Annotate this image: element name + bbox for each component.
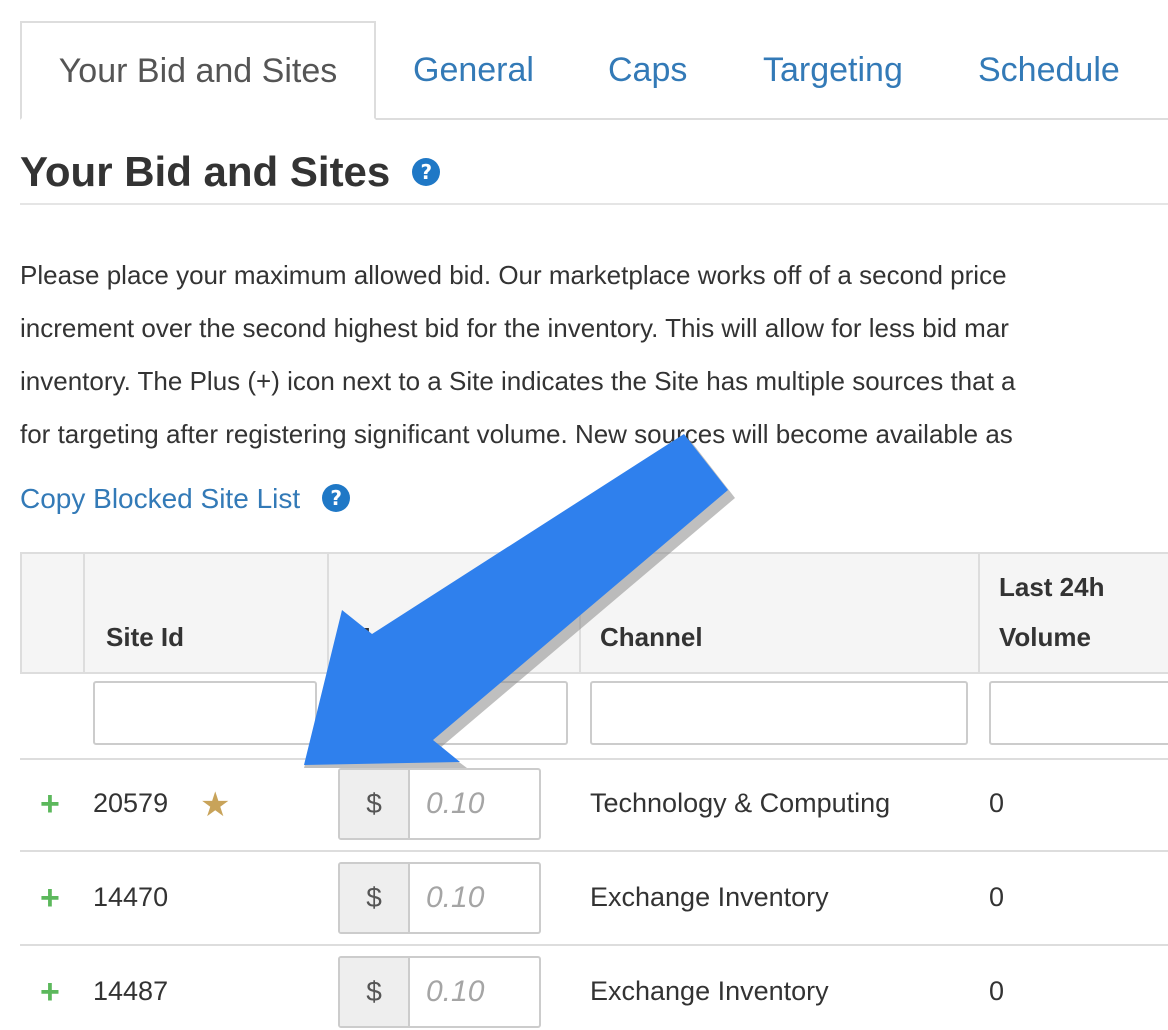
- volume-filter-input[interactable]: [989, 681, 1168, 745]
- column-divider: [579, 554, 581, 672]
- site-id-cell: 20579: [93, 788, 169, 818]
- tab-targeting[interactable]: Targeting: [763, 22, 903, 116]
- plus-icon[interactable]: +: [40, 784, 60, 824]
- site-id-cell: 14487: [93, 976, 169, 1006]
- copy-blocked-site-list: Copy Blocked Site List?: [20, 483, 351, 515]
- channel-cell: Technology & Computing: [590, 788, 891, 818]
- section-title: Your Bid and Sites: [20, 148, 391, 195]
- copy-blocked-site-list-link[interactable]: Copy Blocked Site List: [20, 483, 300, 514]
- question-circle-icon[interactable]: ?: [322, 483, 351, 512]
- heading-divider: [20, 203, 1168, 205]
- site-id-filter-input[interactable]: [93, 681, 317, 745]
- plus-icon[interactable]: +: [40, 972, 60, 1012]
- volume-cell: 0: [989, 788, 1005, 818]
- table-header: Site Id Max Channel Last 24h Volume: [20, 552, 1168, 674]
- table-row: + 14470 $ Exchange Inventory 0: [20, 852, 1168, 946]
- volume-cell: 0: [989, 976, 1005, 1006]
- star-icon[interactable]: ★: [200, 785, 230, 825]
- description-line-1: Please place your maximum allowed bid. O…: [20, 260, 1007, 290]
- max-bid-input[interactable]: [410, 958, 539, 1026]
- header-volume-line2[interactable]: Volume: [999, 622, 1091, 653]
- tab-caps[interactable]: Caps: [608, 22, 687, 116]
- column-divider: [83, 554, 85, 672]
- tab-bar: Your Bid and Sites General Caps Targetin…: [20, 21, 1168, 120]
- currency-addon: $: [340, 864, 410, 932]
- filter-row: [20, 672, 1168, 760]
- channel-cell: Exchange Inventory: [590, 882, 829, 912]
- tab-general[interactable]: General: [413, 22, 534, 116]
- table-row: + 14487 $ Exchange Inventory 0: [20, 946, 1168, 1030]
- header-max-bid[interactable]: Max: [349, 622, 400, 653]
- header-volume-line1[interactable]: Last 24h: [999, 572, 1105, 603]
- column-divider: [327, 554, 329, 672]
- channel-cell: Exchange Inventory: [590, 976, 829, 1006]
- description-line-4: for targeting after registering signific…: [20, 419, 1013, 449]
- volume-cell: 0: [989, 882, 1005, 912]
- tab-schedule[interactable]: Schedule: [978, 22, 1120, 116]
- header-channel[interactable]: Channel: [600, 622, 703, 653]
- tab-your-bid-and-sites[interactable]: Your Bid and Sites: [20, 21, 376, 120]
- max-bid-input[interactable]: [410, 770, 539, 838]
- site-id-cell: 14470: [93, 882, 169, 912]
- description-line-2: increment over the second highest bid fo…: [20, 313, 1009, 343]
- max-bid-filter-input[interactable]: [338, 681, 568, 745]
- table-row: + 20579 ★ $ Technology & Computing 0: [20, 758, 1168, 852]
- max-bid-input-group: $: [338, 956, 541, 1028]
- max-bid-input-group: $: [338, 862, 541, 934]
- page: Your Bid and Sites General Caps Targetin…: [0, 0, 1168, 1030]
- header-site-id[interactable]: Site Id: [106, 622, 184, 653]
- currency-addon: $: [340, 958, 410, 1026]
- question-circle-icon[interactable]: ?: [412, 157, 441, 186]
- channel-filter-input[interactable]: [590, 681, 968, 745]
- column-divider: [978, 554, 980, 672]
- description-line-3: inventory. The Plus (+) icon next to a S…: [20, 366, 1016, 396]
- currency-addon: $: [340, 770, 410, 838]
- max-bid-input-group: $: [338, 768, 541, 840]
- plus-icon[interactable]: +: [40, 878, 60, 918]
- section-heading: Your Bid and Sites?: [20, 148, 441, 196]
- column-divider: [20, 554, 22, 672]
- max-bid-input[interactable]: [410, 864, 539, 932]
